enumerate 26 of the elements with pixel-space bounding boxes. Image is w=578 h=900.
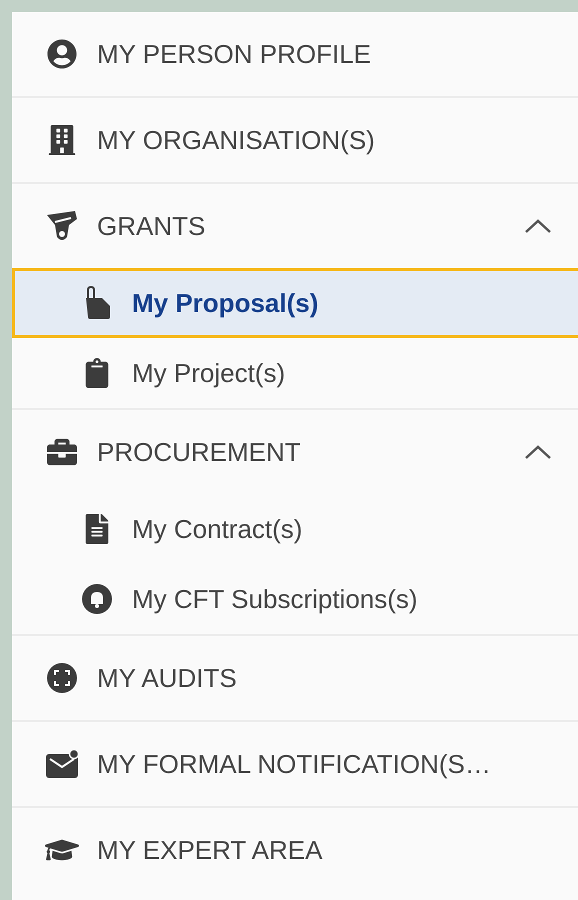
section-label: MY ORGANISATION(S) — [97, 124, 376, 156]
menu-item[interactable]: My Proposal(s) — [12, 268, 578, 338]
section-label: MY FORMAL NOTIFICATION(S… — [97, 748, 492, 780]
building-icon — [47, 125, 77, 155]
chevron-icon[interactable] — [524, 444, 552, 460]
section-label: MY PERSON PROFILE — [97, 38, 372, 70]
mail-icon — [45, 749, 79, 779]
bell-icon — [81, 583, 113, 615]
user-icon — [47, 39, 77, 69]
menu-item[interactable]: My CFT Subscriptions(s) — [12, 564, 578, 634]
menu-section[interactable]: PROCUREMENT — [12, 410, 578, 494]
menu-section[interactable]: MY AUDITS — [12, 636, 578, 720]
section-label: MY AUDITS — [97, 662, 238, 694]
section-label: GRANTS — [97, 210, 206, 242]
chevron-icon[interactable] — [524, 218, 552, 234]
menu-section[interactable]: MY ORGANISATION(S) — [12, 98, 578, 182]
menu-section[interactable]: MY FORMAL NOTIFICATION(S… — [12, 722, 578, 806]
menu-item[interactable]: My Contract(s) — [12, 494, 578, 564]
briefcase-icon — [47, 437, 77, 467]
menu-section[interactable]: GRANTS — [12, 184, 578, 268]
menu-section[interactable]: MY EXPERT AREA — [12, 808, 578, 892]
section-label: MY EXPERT AREA — [97, 834, 324, 866]
section-label: PROCUREMENT — [97, 436, 302, 468]
menu-item[interactable]: My Project(s) — [12, 338, 578, 408]
focus-icon — [46, 662, 78, 694]
menu-section[interactable]: MY PERSON PROFILE — [12, 12, 578, 96]
